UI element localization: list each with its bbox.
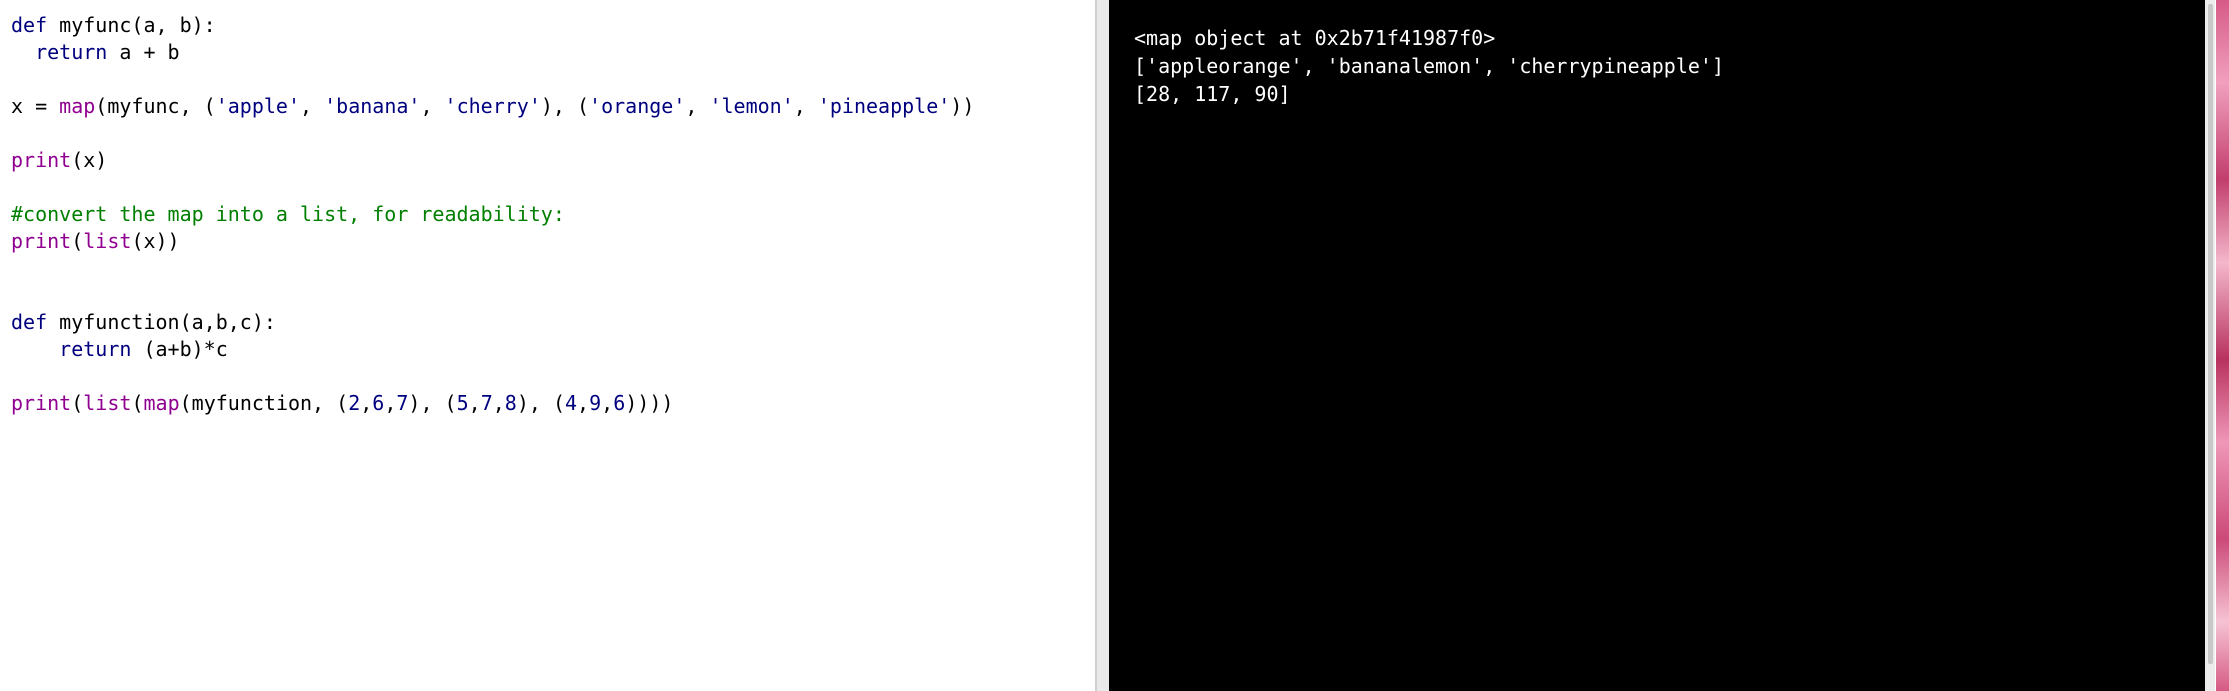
output-text: <map object at 0x2b71f41987f0> ['appleora… xyxy=(1134,24,1724,108)
code-token: 'lemon' xyxy=(709,94,794,118)
code-token: print xyxy=(11,391,72,415)
code-line[interactable] xyxy=(11,255,974,282)
code-line[interactable] xyxy=(11,120,974,147)
pane-divider[interactable] xyxy=(1095,0,1109,691)
output-line: <map object at 0x2b71f41987f0> xyxy=(1134,26,1496,50)
code-token: 'orange' xyxy=(589,94,686,118)
code-token: (a+b)*c xyxy=(131,337,228,361)
code-token: )) xyxy=(950,94,975,118)
code-line[interactable]: #convert the map into a list, for readab… xyxy=(11,201,974,228)
code-token: return xyxy=(59,337,132,361)
code-token: ), ( xyxy=(540,94,590,118)
code-token: myfunction(a,b,c): xyxy=(47,310,276,334)
code-token: def xyxy=(11,310,48,334)
code-token: , xyxy=(384,391,397,415)
code-token: return xyxy=(35,40,108,64)
code-token: 'cherry' xyxy=(444,94,541,118)
code-token: 6 xyxy=(613,391,626,415)
code-token: , xyxy=(685,94,710,118)
code-token: , xyxy=(420,94,445,118)
code-line[interactable]: return (a+b)*c xyxy=(11,336,974,363)
code-token: #convert the map into a list, for readab… xyxy=(11,202,565,226)
code-token: 7 xyxy=(396,391,409,415)
code-line[interactable]: def myfunc(a, b): xyxy=(11,12,974,39)
code-token: ( xyxy=(71,229,84,253)
code-line[interactable]: def myfunction(a,b,c): xyxy=(11,309,974,336)
code-line[interactable] xyxy=(11,363,974,390)
code-token: , xyxy=(601,391,614,415)
code-line[interactable] xyxy=(11,174,974,201)
code-token: myfunc(a, b): xyxy=(47,13,216,37)
code-line[interactable]: return a + b xyxy=(11,39,974,66)
code-token: 'banana' xyxy=(324,94,421,118)
code-token: (x) xyxy=(71,148,108,172)
code-token: 6 xyxy=(372,391,385,415)
code-token: ( xyxy=(131,391,144,415)
code-token: , xyxy=(577,391,590,415)
code-area[interactable]: def myfunc(a, b): return a + bx = map(my… xyxy=(11,12,974,417)
code-token: list xyxy=(83,391,132,415)
code-line[interactable]: x = map(myfunc, ('apple', 'banana', 'che… xyxy=(11,93,974,120)
code-token: 4 xyxy=(565,391,578,415)
desktop-background-strip xyxy=(2215,0,2229,691)
code-token: ), ( xyxy=(408,391,457,415)
code-line[interactable]: print(list(x)) xyxy=(11,228,974,255)
code-editor[interactable]: def myfunc(a, b): return a + bx = map(my… xyxy=(0,0,1095,691)
code-token: 8 xyxy=(504,391,517,415)
code-token: )))) xyxy=(625,391,674,415)
code-token: 'pineapple' xyxy=(817,94,951,118)
output-line: ['appleorange', 'bananalemon', 'cherrypi… xyxy=(1134,54,1725,78)
code-token: x = xyxy=(11,94,60,118)
code-token: , xyxy=(300,94,325,118)
code-token: 9 xyxy=(589,391,602,415)
code-line[interactable]: print(list(map(myfunction, (2,6,7), (5,7… xyxy=(11,390,974,417)
code-token: print xyxy=(11,148,72,172)
code-token: (myfunc, ( xyxy=(95,94,216,118)
code-token: , xyxy=(793,94,818,118)
code-token: print xyxy=(11,229,72,253)
code-line[interactable] xyxy=(11,282,974,309)
code-token: , xyxy=(468,391,481,415)
desktop-edge-line xyxy=(2215,0,2216,691)
code-token: 5 xyxy=(456,391,469,415)
code-token: ), ( xyxy=(516,391,565,415)
code-token: list xyxy=(83,229,132,253)
pane-divider-line xyxy=(1095,0,1097,691)
code-line[interactable]: print(x) xyxy=(11,147,974,174)
output-scrollbar-thumb[interactable] xyxy=(2208,4,2213,664)
code-token: (myfunction, ( xyxy=(179,391,349,415)
code-token: map xyxy=(143,391,180,415)
code-token: , xyxy=(492,391,505,415)
output-line: [28, 117, 90] xyxy=(1134,82,1291,106)
code-token: 2 xyxy=(348,391,361,415)
output-console: <map object at 0x2b71f41987f0> ['appleora… xyxy=(1109,0,2205,691)
code-token: , xyxy=(360,391,373,415)
code-token: 'apple' xyxy=(215,94,301,118)
code-token: def xyxy=(11,13,48,37)
code-token: ( xyxy=(71,391,84,415)
code-token: (x)) xyxy=(131,229,180,253)
code-token: a + b xyxy=(107,40,180,64)
code-line[interactable] xyxy=(11,66,974,93)
code-token: 7 xyxy=(480,391,493,415)
code-token: map xyxy=(59,94,96,118)
